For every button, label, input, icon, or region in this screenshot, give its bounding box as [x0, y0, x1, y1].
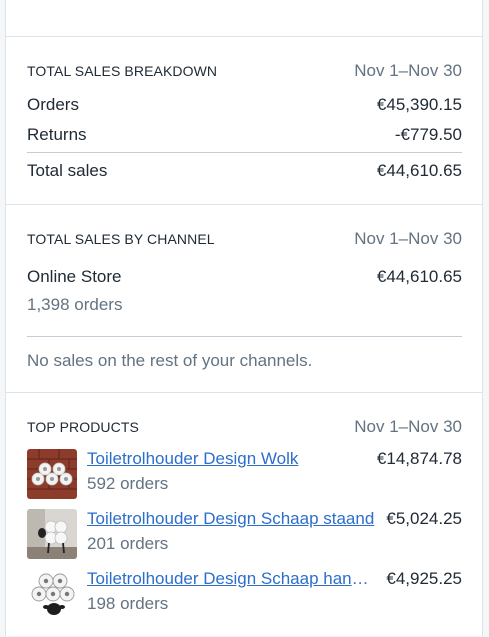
online-store-orders: 1,398 orders [27, 295, 123, 314]
product-link[interactable]: Toiletrolhouder Design Wolk [87, 449, 377, 469]
online-store-orders-row: 1,398 orders [27, 295, 462, 315]
orders-label: Orders [27, 95, 79, 114]
sales-by-channel-card: TOTAL SALES BY CHANNEL Nov 1–Nov 30 Onli… [6, 204, 482, 392]
product-link[interactable]: Toiletrolhouder Design Schaap staand [87, 509, 377, 529]
online-store-row: Online Store €44,610.65 [27, 267, 462, 287]
sales-panel: TOTAL SALES BREAKDOWN Nov 1–Nov 30 Order… [5, 0, 483, 636]
top-products-title: TOP PRODUCTS [27, 419, 139, 435]
product-value: €14,874.78 [376, 449, 462, 468]
product-orders: 201 orders [87, 534, 169, 553]
orders-row: Orders €45,390.15 [27, 95, 462, 115]
product-value: €4,925.25 [386, 569, 462, 588]
total-sales-breakdown-card: TOTAL SALES BREAKDOWN Nov 1–Nov 30 Order… [6, 36, 482, 204]
product-thumbnail[interactable] [27, 569, 77, 619]
channel-header: TOTAL SALES BY CHANNEL Nov 1–Nov 30 [27, 229, 462, 249]
total-sales-label: Total sales [27, 161, 108, 180]
product-link[interactable]: Toiletrolhouder Design Schaap hangend [87, 569, 377, 589]
product-thumbnail[interactable] [27, 509, 77, 559]
brick-wall-cloud-holder-icon [27, 449, 77, 499]
top-products-header: TOP PRODUCTS Nov 1–Nov 30 [27, 417, 462, 437]
total-sales-value: €44,610.65 [376, 161, 462, 180]
product-row: Toiletrolhouder Design Schaap staand 201… [27, 509, 462, 561]
top-products-card: TOP PRODUCTS Nov 1–Nov 30 Toiletrolhoude… [6, 392, 482, 637]
channel-date-range: Nov 1–Nov 30 [354, 229, 462, 248]
no-sales-note-row: No sales on the rest of your channels. [27, 351, 462, 371]
product-orders: 198 orders [87, 594, 169, 613]
product-value: €5,024.25 [386, 509, 462, 528]
channel-divider [27, 336, 462, 337]
top-products-date-range: Nov 1–Nov 30 [354, 417, 462, 436]
hanging-sheep-holder-icon [27, 569, 77, 619]
returns-row: Returns -€779.50 [27, 125, 462, 145]
online-store-label: Online Store [27, 267, 122, 286]
online-store-value: €44,610.65 [376, 267, 462, 286]
no-sales-note: No sales on the rest of your channels. [27, 351, 313, 370]
breakdown-divider [27, 152, 462, 153]
breakdown-title: TOTAL SALES BREAKDOWN [27, 63, 218, 79]
breakdown-header: TOTAL SALES BREAKDOWN Nov 1–Nov 30 [27, 61, 462, 81]
product-row: Toiletrolhouder Design Schaap hangend 19… [27, 569, 462, 621]
product-row: Toiletrolhouder Design Wolk 592 orders €… [27, 449, 462, 501]
product-orders: 592 orders [87, 474, 169, 493]
breakdown-date-range: Nov 1–Nov 30 [354, 61, 462, 80]
channel-title: TOTAL SALES BY CHANNEL [27, 231, 215, 247]
orders-value: €45,390.15 [376, 95, 462, 114]
returns-value: -€779.50 [394, 125, 462, 144]
total-sales-row: Total sales €44,610.65 [27, 161, 462, 181]
product-thumbnail[interactable] [27, 449, 77, 499]
standing-sheep-holder-icon [27, 509, 77, 559]
returns-label: Returns [27, 125, 87, 144]
